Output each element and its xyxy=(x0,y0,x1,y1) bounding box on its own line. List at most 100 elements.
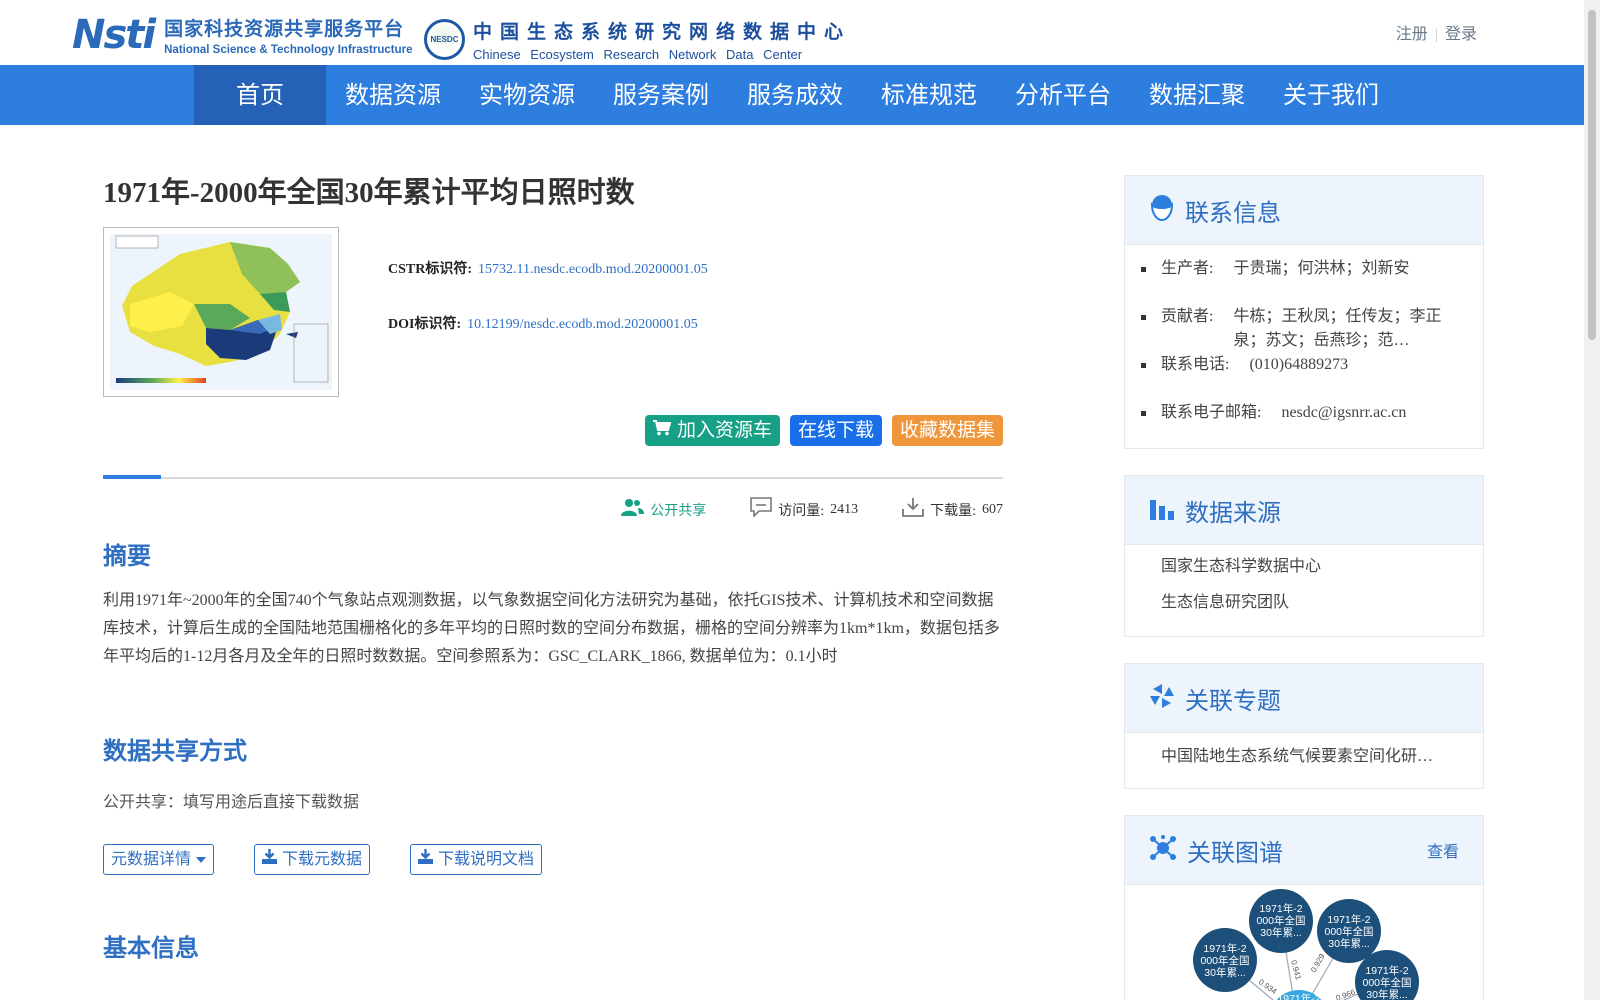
nav-item-about[interactable]: 关于我们 xyxy=(1264,65,1398,125)
topic-panel-header: 关联专题 xyxy=(1125,664,1483,733)
metadata-details-label: 元数据详情 xyxy=(111,851,192,868)
graph-node-label: 30年累... xyxy=(1204,966,1245,979)
nesdc-badge-icon: NESDC xyxy=(424,19,465,60)
graph-node[interactable]: 1971年-2 000年全国 30年累... xyxy=(1249,889,1313,953)
graph-node[interactable]: 1971年-2 000年全国 30年累... xyxy=(1193,928,1257,992)
china-sunshine-map-image xyxy=(110,234,332,390)
login-link[interactable]: 登录 xyxy=(1438,26,1484,43)
nav-item-analysis[interactable]: 分析平台 xyxy=(996,65,1130,125)
downloads-stat: 下载量: 607 xyxy=(902,497,1003,522)
contact-panel: 联系信息 生产者: 于贵瑞；何洪林；刘新安 贡献者: 牛栋；王秋凤；任传友；李正… xyxy=(1124,175,1484,449)
favorite-dataset-button[interactable]: 收藏数据集 xyxy=(891,415,1003,446)
knowledge-graph[interactable]: 0.934 0.941 0.929 0.966 1971年-2 000年全国 3… xyxy=(1125,885,1483,1000)
add-to-cart-label: 加入资源车 xyxy=(676,419,772,441)
visits-stat: 访问量: 2413 xyxy=(750,497,858,522)
main-nav: 首页 数据资源 实物资源 服务案例 服务成效 标准规范 分析平台 数据汇聚 关于… xyxy=(0,65,1584,125)
sharing-heading: 数据共享方式 xyxy=(103,737,247,765)
source-panel-title: 数据来源 xyxy=(1185,498,1281,527)
add-to-cart-button[interactable]: 加入资源车 xyxy=(644,415,780,446)
graph-edge-label: 0.934 xyxy=(1257,977,1279,996)
email-value[interactable]: nesdc@igsnrr.ac.cn xyxy=(1281,401,1406,425)
phone-row: 联系电话: (010)64889273 xyxy=(1141,353,1459,377)
nav-item-physical-resources[interactable]: 实物资源 xyxy=(460,65,594,125)
graph-edge-label: 0.929 xyxy=(1309,952,1327,974)
graph-node-label: 30年累... xyxy=(1328,937,1369,950)
nesdc-logo-title: 中国生态系统研究网络数据中心 xyxy=(473,21,852,43)
contributor-value: 牛栋；王秋凤；任传友；李正泉；苏文；岳燕珍；范… xyxy=(1233,308,1442,349)
source-item[interactable]: 国家生态科学数据中心 xyxy=(1161,555,1459,579)
dataset-stats: 公开共享 访问量: 2413 下载量: 607 xyxy=(576,497,1003,522)
graph-panel: 关联图谱 查看 0.934 0.941 0.929 0.966 1971年-2 … xyxy=(1124,815,1484,1000)
source-item[interactable]: 生态信息研究团队 xyxy=(1161,591,1459,615)
scrollbar-thumb[interactable] xyxy=(1588,10,1596,340)
graph-node-label: 000年全国 xyxy=(1200,954,1249,967)
dataset-thumbnail[interactable] xyxy=(103,227,339,397)
graph-node[interactable]: 1971年-2 000年全国 30年累... xyxy=(1317,899,1381,963)
email-row: 联系电子邮箱: nesdc@igsnrr.ac.cn xyxy=(1141,401,1459,425)
view-graph-link[interactable]: 查看 xyxy=(1427,838,1459,862)
topic-panel-title: 关联专题 xyxy=(1185,686,1281,715)
graph-node-label: 1971年-2 xyxy=(1365,964,1408,977)
doi-row: DOI标识符: 10.12199/nesdc.ecodb.mod.20200001… xyxy=(388,313,698,333)
graph-panel-title: 关联图谱 xyxy=(1187,838,1283,867)
share-type-stat: 公开共享 xyxy=(620,498,706,521)
nav-item-service-cases[interactable]: 服务案例 xyxy=(594,65,728,125)
nav-item-standards[interactable]: 标准规范 xyxy=(862,65,996,125)
top-header: Nsti 国家科技资源共享服务平台 National Science & Tec… xyxy=(0,0,1584,65)
contributor-label: 贡献者: xyxy=(1161,308,1214,325)
pinwheel-icon xyxy=(1149,683,1175,714)
online-download-button[interactable]: 在线下载 xyxy=(789,415,882,446)
cstr-link[interactable]: 15732.11.nesdc.ecodb.mod.20200001.05 xyxy=(478,262,708,277)
active-tab-indicator xyxy=(103,475,161,479)
phone-label: 联系电话: xyxy=(1161,356,1230,373)
download-metadata-button[interactable]: 下载元数据 xyxy=(254,844,371,875)
producer-value: 于贵瑞；何洪林；刘新安 xyxy=(1233,260,1410,277)
producer-row: 生产者: 于贵瑞；何洪林；刘新安 xyxy=(1141,257,1459,281)
action-buttons: 加入资源车 在线下载 收藏数据集 xyxy=(644,415,1003,446)
metadata-details-button[interactable]: 元数据详情 xyxy=(103,844,215,875)
download-doc-button[interactable]: 下载说明文档 xyxy=(410,844,543,875)
email-label: 联系电子邮箱: xyxy=(1161,404,1262,421)
graph-node-label: 1971年-2 xyxy=(1327,913,1370,926)
network-icon xyxy=(1149,834,1177,866)
download-metadata-label: 下载元数据 xyxy=(282,851,363,868)
download-doc-label: 下载说明文档 xyxy=(438,851,535,868)
register-link[interactable]: 注册 xyxy=(1389,26,1435,43)
graph-node-label: 1971年-2 xyxy=(1203,942,1246,955)
page-title: 1971年-2000年全国30年累计平均日照时数 xyxy=(103,177,635,209)
graph-center-node[interactable]: 1971年-2 xyxy=(1269,990,1329,1000)
source-panel: 数据来源 国家生态科学数据中心 生态信息研究团队 xyxy=(1124,475,1484,637)
share-type-label: 公开共享 xyxy=(650,503,707,519)
visits-count: 2413 xyxy=(830,501,859,517)
cstr-label: CSTR标识符: xyxy=(388,262,473,277)
nsti-logo-mark: Nsti xyxy=(72,12,156,58)
topic-panel-body: 中国陆地生态系统气候要素空间化研… xyxy=(1125,733,1483,777)
contact-avatar-icon xyxy=(1149,194,1175,227)
download-icon xyxy=(902,497,925,522)
contact-panel-title: 联系信息 xyxy=(1185,198,1281,227)
graph-panel-header: 关联图谱 查看 xyxy=(1125,816,1483,885)
basic-info-heading: 基本信息 xyxy=(103,934,199,962)
graph-edge-label: 0.941 xyxy=(1289,959,1303,981)
caret-down-icon xyxy=(196,845,207,874)
nav-item-service-results[interactable]: 服务成效 xyxy=(728,65,862,125)
graph-node-label: 000年全国 xyxy=(1324,925,1373,938)
metadata-buttons: 元数据详情 下载元数据 下载说明文档 xyxy=(103,844,582,875)
tab-divider xyxy=(103,475,1003,479)
sharing-text: 公开共享：填写用途后直接下载数据 xyxy=(103,794,360,811)
nesdc-logo[interactable]: NESDC 中国生态系统研究网络数据中心 Chinese Ecosystem R… xyxy=(424,17,851,62)
abstract-heading: 摘要 xyxy=(103,542,151,570)
page-scrollbar[interactable] xyxy=(1584,0,1600,1000)
nav-item-data-aggregation[interactable]: 数据汇聚 xyxy=(1130,65,1264,125)
nav-item-home[interactable]: 首页 xyxy=(194,65,326,125)
cart-icon xyxy=(652,415,672,446)
nsti-logo[interactable]: Nsti 国家科技资源共享服务平台 National Science & Tec… xyxy=(72,14,413,56)
visits-label: 访问量: xyxy=(778,503,825,519)
doi-link[interactable]: 10.12199/nesdc.ecodb.mod.20200001.05 xyxy=(467,317,698,332)
topic-item[interactable]: 中国陆地生态系统气候要素空间化研… xyxy=(1161,745,1459,769)
comment-icon xyxy=(750,497,773,522)
graph-node-label: 30年累... xyxy=(1366,988,1407,1000)
graph-node-label: 1971年-2 xyxy=(1259,902,1302,915)
contact-panel-header: 联系信息 xyxy=(1125,176,1483,245)
nav-item-data-resources[interactable]: 数据资源 xyxy=(326,65,460,125)
